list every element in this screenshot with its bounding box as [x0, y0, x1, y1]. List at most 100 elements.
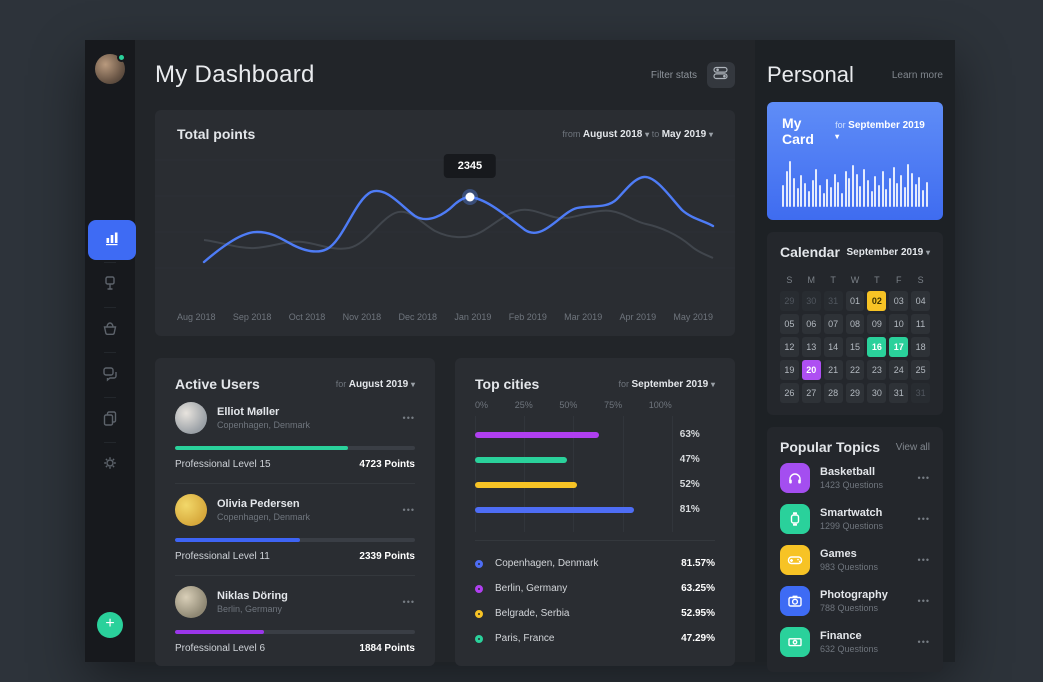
x-axis-label: Nov 2018 [343, 312, 382, 322]
top-cities-period: for September 2019 ▾ [618, 379, 715, 390]
popular-topics-title: Popular Topics [780, 439, 880, 455]
signpost-icon [101, 274, 119, 297]
topic-item[interactable]: Photography788 Questions••• [780, 583, 930, 619]
legend-city-value: 81.57% [681, 558, 715, 569]
city-bar-track [475, 457, 672, 463]
my-card-bar [882, 171, 884, 207]
calendar-day[interactable]: 15 [846, 337, 865, 357]
calendar-day[interactable]: 30 [867, 383, 886, 403]
more-menu-icon[interactable]: ••• [403, 413, 415, 423]
sidebar-item-signpost[interactable] [85, 265, 135, 305]
calendar-day[interactable]: 25 [911, 360, 930, 380]
view-all-link[interactable]: View all [896, 442, 930, 453]
calendar-day[interactable]: 10 [889, 314, 908, 334]
calendar-day[interactable]: 04 [911, 291, 930, 311]
calendar-day[interactable]: 02 [867, 291, 886, 311]
calendar-day[interactable]: 14 [824, 337, 843, 357]
calendar-day[interactable]: 08 [846, 314, 865, 334]
calendar-day[interactable]: 11 [911, 314, 930, 334]
learn-more-link[interactable]: Learn more [892, 70, 943, 81]
calendar-day[interactable]: 06 [802, 314, 821, 334]
calendar-day[interactable]: 19 [780, 360, 799, 380]
calendar-day[interactable]: 17 [889, 337, 908, 357]
calendar-day[interactable]: 31 [889, 383, 908, 403]
legend-item: Berlin, Germany63.25% [475, 576, 715, 601]
more-menu-icon[interactable]: ••• [918, 555, 930, 565]
active-users-title: Active Users [175, 376, 260, 392]
divider [104, 307, 116, 308]
calendar-day[interactable]: 01 [846, 291, 865, 311]
user-card: Olivia PedersenCopenhagen, Denmark•••Pro… [175, 494, 415, 576]
more-menu-icon[interactable]: ••• [918, 473, 930, 483]
calendar-day[interactable]: 31 [824, 291, 843, 311]
period-selector[interactable]: September 2019 ▾ [631, 379, 715, 390]
calendar-day[interactable]: 21 [824, 360, 843, 380]
calendar-day[interactable]: 03 [889, 291, 908, 311]
main-content: My Dashboard Filter stats Total points [135, 40, 755, 662]
top-cities-title: Top cities [475, 376, 539, 392]
topic-questions: 1299 Questions [820, 521, 918, 531]
my-card-bar [819, 185, 821, 207]
add-button[interactable]: + [97, 612, 123, 638]
more-menu-icon[interactable]: ••• [918, 596, 930, 606]
calendar-day[interactable]: 13 [802, 337, 821, 357]
x-axis-label: May 2019 [673, 312, 713, 322]
user-level: Professional Level 15 [175, 459, 271, 470]
user-avatar[interactable] [95, 54, 125, 84]
calendar-day[interactable]: 18 [911, 337, 930, 357]
topic-item[interactable]: Games983 Questions••• [780, 542, 930, 578]
filter-stats-button[interactable] [707, 62, 735, 88]
user-stats-row: Professional Level 112339 Points [175, 551, 415, 562]
user-progress-track [175, 538, 415, 542]
more-menu-icon[interactable]: ••• [918, 637, 930, 647]
series-previous-line [204, 210, 713, 258]
to-selector[interactable]: May 2019 ▾ [662, 129, 713, 140]
sidebar-item-dashboard[interactable] [88, 220, 136, 260]
calendar-day[interactable]: 09 [867, 314, 886, 334]
calendar-day[interactable]: 23 [867, 360, 886, 380]
from-label: from [562, 129, 580, 139]
sidebar-item-settings[interactable] [85, 445, 135, 485]
user-meta: Elliot MøllerCopenhagen, Denmark [217, 406, 403, 430]
calendar-day[interactable]: 20 [802, 360, 821, 380]
calendar-day[interactable]: 29 [846, 383, 865, 403]
date-range: from August 2018 ▾ to May 2019 ▾ [562, 129, 713, 140]
calendar-day[interactable]: 16 [867, 337, 886, 357]
city-bar-fill [475, 457, 567, 463]
more-menu-icon[interactable]: ••• [403, 505, 415, 515]
topic-item[interactable]: Smartwatch 1299 Questions••• [780, 501, 930, 537]
calendar-day[interactable]: 07 [824, 314, 843, 334]
sidebar-item-messages[interactable] [85, 355, 135, 395]
period-selector[interactable]: September 2019 ▾ [835, 120, 925, 142]
sidebar-item-basket[interactable] [85, 310, 135, 350]
my-card-bar [845, 171, 847, 207]
sidebar-item-documents[interactable] [85, 400, 135, 440]
calendar-day[interactable]: 27 [802, 383, 821, 403]
user-row: Elliot MøllerCopenhagen, Denmark••• [175, 402, 415, 434]
calendar-day[interactable]: 05 [780, 314, 799, 334]
more-menu-icon[interactable]: ••• [918, 514, 930, 524]
calendar-period-selector[interactable]: September 2019 ▾ [846, 247, 930, 258]
more-menu-icon[interactable]: ••• [403, 597, 415, 607]
user-points: 2339 Points [359, 551, 415, 562]
calendar-day[interactable]: 31 [911, 383, 930, 403]
from-selector[interactable]: August 2018 ▾ [583, 129, 649, 140]
calendar-day[interactable]: 29 [780, 291, 799, 311]
calendar-day[interactable]: 26 [780, 383, 799, 403]
legend-city-value: 52.95% [681, 608, 715, 619]
calendar-day[interactable]: 12 [780, 337, 799, 357]
topic-item[interactable]: Basketball1423 Questions••• [780, 460, 930, 496]
calendar-day[interactable]: 24 [889, 360, 908, 380]
period-selector[interactable]: August 2019 ▾ [349, 379, 415, 390]
my-card-bar [874, 176, 876, 207]
my-card-bar [834, 174, 836, 207]
calendar-day[interactable]: 30 [802, 291, 821, 311]
headphones-icon [780, 463, 810, 493]
filter-stats-label[interactable]: Filter stats [651, 70, 697, 81]
calendar-day[interactable]: 22 [846, 360, 865, 380]
user-progress-track [175, 446, 415, 450]
topic-item[interactable]: Finance632 Questions••• [780, 624, 930, 660]
line-chart[interactable]: 2345 [155, 152, 735, 302]
calendar-day[interactable]: 28 [824, 383, 843, 403]
topic-name: Smartwatch [820, 507, 918, 519]
